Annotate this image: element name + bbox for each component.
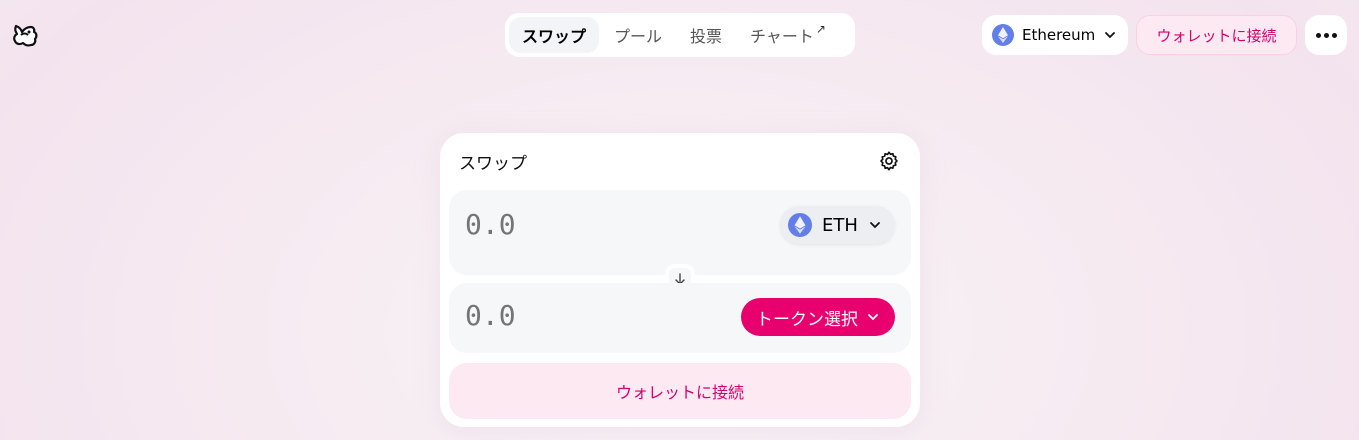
chevron-down-icon: [868, 314, 878, 321]
main-nav: スワップ プール 投票 チャート ↗: [505, 13, 855, 57]
network-selector[interactable]: Ethereum: [982, 15, 1128, 55]
tab-vote[interactable]: 投票: [677, 17, 735, 53]
connect-wallet-label: ウォレットに接続: [1156, 26, 1277, 45]
select-token-button[interactable]: トークン選択: [741, 298, 895, 336]
chevron-down-icon: [1105, 32, 1116, 39]
swap-connect-wallet-button[interactable]: ウォレットに接続: [449, 363, 911, 419]
tab-chart-label: チャート: [750, 27, 814, 46]
output-panel: トークン選択: [449, 283, 911, 353]
connect-wallet-button[interactable]: ウォレットに接続: [1136, 15, 1297, 55]
output-amount-field[interactable]: [465, 299, 715, 332]
input-amount-field[interactable]: [465, 208, 715, 241]
tab-vote-label: 投票: [690, 27, 723, 46]
chevron-down-icon: [870, 222, 880, 229]
tab-pool-label: プール: [614, 27, 663, 46]
select-token-label: トークン選択: [756, 309, 858, 330]
network-name: Ethereum: [1022, 26, 1096, 44]
more-button[interactable]: [1305, 15, 1347, 55]
input-token-selector[interactable]: ETH: [780, 206, 895, 244]
tab-chart[interactable]: チャート ↗: [737, 17, 839, 53]
tab-swap[interactable]: スワップ: [509, 17, 600, 53]
ethereum-icon: [992, 24, 1014, 46]
tab-pool[interactable]: プール: [601, 17, 675, 53]
swap-card: スワップ ETH トークン選択: [440, 133, 920, 427]
swap-connect-wallet-label: ウォレットに接続: [615, 383, 744, 402]
gear-icon[interactable]: [878, 150, 900, 172]
tab-swap-label: スワップ: [522, 27, 587, 46]
more-icon: [1315, 32, 1321, 38]
input-token-symbol: ETH: [822, 214, 858, 236]
input-panel: ETH: [449, 190, 911, 275]
ethereum-icon: [788, 213, 812, 237]
swap-title: スワップ: [459, 154, 527, 174]
external-link-icon: ↗: [815, 22, 826, 36]
uniswap-logo-icon[interactable]: [10, 20, 40, 50]
